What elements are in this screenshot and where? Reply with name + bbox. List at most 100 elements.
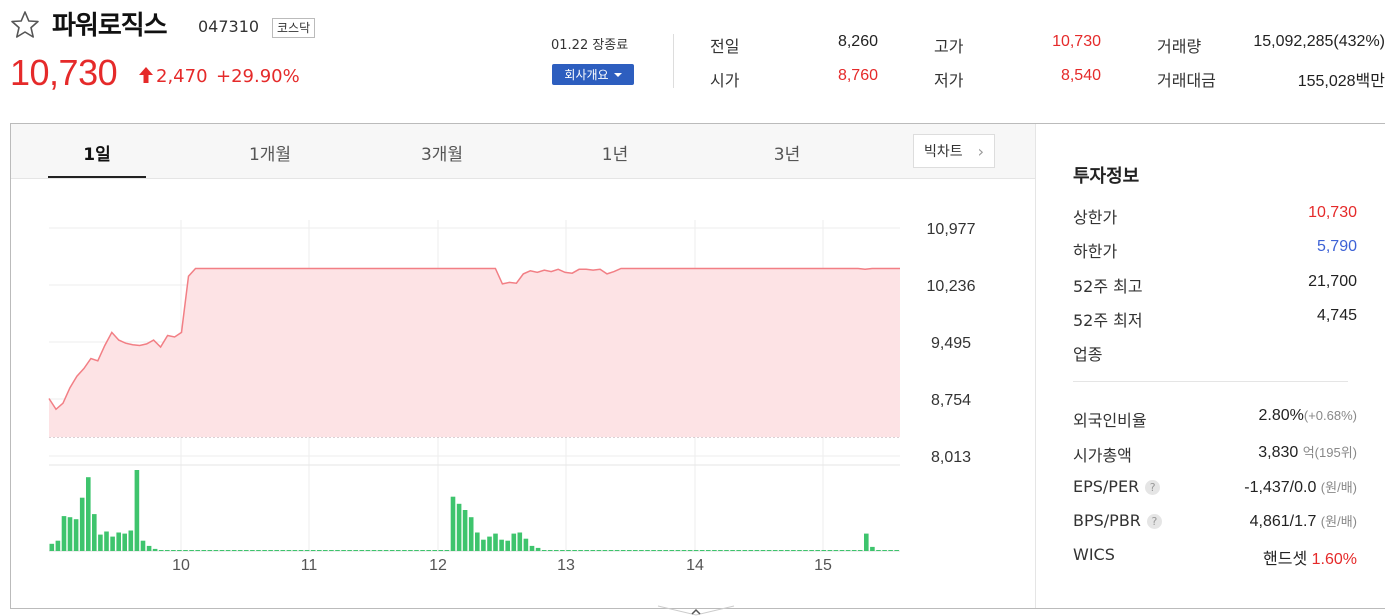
expand-chevron-icon[interactable] [656, 604, 736, 616]
y-tick-label: 8,754 [931, 392, 971, 409]
volume-bar [481, 539, 486, 551]
volume-bar [839, 550, 845, 551]
favorite-star-icon[interactable] [10, 10, 40, 40]
volume-bar [237, 550, 243, 551]
price-change: 2,470 [156, 66, 208, 87]
x-tick-label: 14 [686, 557, 704, 574]
volume-bar [827, 550, 833, 551]
summary-label-low: 저가 [934, 71, 964, 90]
volume-bar [754, 550, 760, 551]
volume-bar [693, 550, 699, 551]
volume-bar [292, 550, 298, 551]
volume-bar [663, 550, 668, 551]
chart-container: 1일 1개월 3개월 1년 3년 빅차트 › 10,977 10,236 9,495… [10, 123, 1385, 609]
volume-bar [383, 550, 389, 551]
volume-bar [286, 550, 292, 551]
volume-bar [572, 550, 577, 551]
volume-bar [554, 550, 559, 551]
volume-bar [165, 550, 170, 551]
info-label-52w-high: 52주 최고 [1073, 277, 1143, 296]
big-chart-button[interactable]: 빅차트 › [913, 134, 995, 168]
info-value-52w-high: 21,700 [1308, 273, 1357, 290]
chart-area: 1일 1개월 3개월 1년 3년 빅차트 › 10,977 10,236 9,495… [11, 124, 1035, 608]
active-tab-indicator [48, 176, 146, 178]
volume-bar [566, 550, 571, 551]
volume-bar [274, 550, 279, 551]
volume-bar [323, 550, 328, 551]
investment-info-panel: 투자정보 상한가 10,730 하한가 5,790 52주 최고 21,700 … [1035, 124, 1385, 608]
tab-1m[interactable]: 1개월 [221, 140, 319, 165]
volume-bar [499, 539, 504, 551]
volume-bar [317, 550, 322, 551]
price-area [49, 268, 900, 437]
volume-bar [61, 516, 67, 551]
summary-value-low: 8,540 [1060, 67, 1101, 84]
tab-3y[interactable]: 3년 [738, 140, 836, 165]
volume-bar [894, 550, 899, 551]
volume-bar [298, 550, 304, 551]
volume-bar [675, 550, 681, 551]
volume-bar [541, 550, 547, 551]
info-label-wics: WICS [1073, 545, 1115, 564]
tab-1d[interactable]: 1일 [48, 140, 146, 165]
volume-bar [851, 550, 857, 551]
volume-bar [870, 546, 875, 551]
volume-bar [432, 550, 437, 551]
volume-bar [171, 550, 176, 551]
tab-3m[interactable]: 3개월 [393, 140, 491, 165]
volume-bar [651, 550, 656, 551]
volume-bar [365, 550, 371, 551]
volume-bar [505, 540, 510, 551]
volume-bar [778, 550, 784, 551]
help-icon[interactable]: ? [1145, 480, 1161, 495]
info-value-lower-limit: 5,790 [1316, 238, 1357, 255]
volume-bar [329, 550, 334, 551]
volume-bar [189, 550, 194, 551]
stock-name: 파워로직스 [52, 11, 168, 41]
volume-bar [748, 550, 754, 551]
volume-bar [396, 550, 401, 551]
y-tick-label: 10,977 [927, 221, 976, 238]
volume-bar [462, 510, 468, 551]
volume-bar [73, 519, 79, 551]
volume-bar [377, 550, 383, 551]
summary-label-volume: 거래량 [1157, 37, 1202, 56]
volume-bar [560, 550, 565, 551]
volume-bar [596, 550, 602, 551]
volume-bar [821, 550, 827, 551]
volume-bar [772, 550, 778, 551]
volume-bar [420, 550, 425, 551]
volume-bar [699, 550, 705, 551]
current-price: 10,730 [10, 52, 118, 93]
volume-bar [310, 550, 316, 551]
x-tick-label: 11 [301, 557, 318, 574]
volume-bar [736, 550, 741, 551]
x-tick-label: 13 [557, 557, 575, 574]
tab-1y[interactable]: 1년 [566, 140, 664, 165]
volume-bar [347, 550, 352, 551]
summary-label-high: 고가 [934, 37, 964, 56]
volume-bar [359, 550, 365, 551]
info-sub-eps-per: (원/배) [1320, 480, 1357, 495]
volume-bar [845, 550, 851, 551]
help-icon[interactable]: ? [1146, 514, 1162, 529]
volume-bar [882, 550, 887, 551]
info-label-eps-per: EPS/PER? [1073, 477, 1161, 496]
volume-bar [389, 550, 395, 551]
period-tabs: 1일 1개월 3개월 1년 3년 빅차트 › [11, 124, 1035, 179]
volume-bar [517, 532, 523, 551]
info-value-wics: 핸드셋 1.60% [1263, 551, 1357, 568]
x-tick-label: 10 [172, 557, 190, 574]
info-sub-market-cap: 억(195위) [1302, 445, 1357, 460]
volume-bar [122, 533, 127, 551]
summary-label-open: 시가 [710, 71, 740, 90]
volume-bar [620, 550, 626, 551]
volume-bar [602, 550, 608, 551]
volume-bar [645, 550, 650, 551]
company-overview-button[interactable]: 회사개요 [552, 64, 634, 85]
volume-bar [152, 548, 158, 551]
volume-bar [183, 550, 188, 551]
summary-label-prev-close: 전일 [710, 37, 740, 56]
volume-bar [803, 550, 808, 551]
volume-bar [511, 533, 517, 551]
